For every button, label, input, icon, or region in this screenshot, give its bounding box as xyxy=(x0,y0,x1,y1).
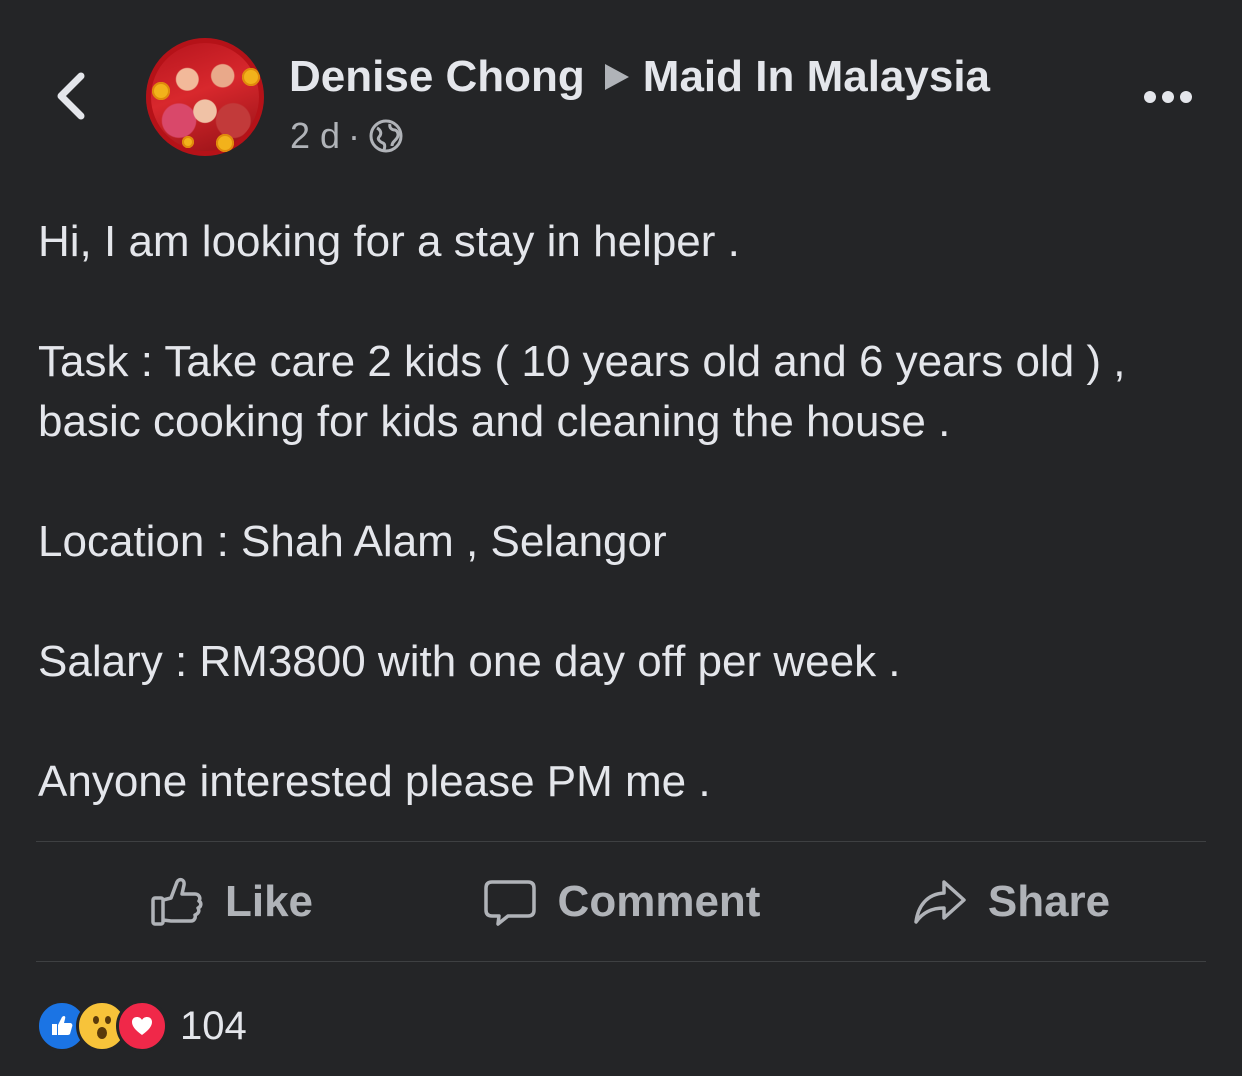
avatar[interactable] xyxy=(146,38,264,156)
author-name[interactable]: Denise Chong xyxy=(289,52,585,102)
love-reaction-icon xyxy=(116,1000,168,1052)
comment-label: Comment xyxy=(557,876,761,926)
divider xyxy=(36,961,1206,962)
post-paragraph: Anyone interested please PM me . xyxy=(38,757,711,806)
chevron-left-icon xyxy=(57,72,85,120)
like-label: Like xyxy=(224,876,314,926)
share-arrow-icon xyxy=(914,879,966,924)
group-name[interactable]: Maid In Malaysia xyxy=(643,52,990,102)
post-body: Hi, I am looking for a stay in helper . … xyxy=(38,212,1218,812)
reaction-count: 104 xyxy=(180,1003,247,1048)
more-dot xyxy=(1162,91,1174,103)
post-paragraph: Hi, I am looking for a stay in helper . xyxy=(38,217,740,266)
share-label: Share xyxy=(987,876,1111,926)
speech-bubble-icon xyxy=(483,879,536,926)
thumbs-up-icon xyxy=(151,877,203,926)
post-header-title: Denise Chong Maid In Malaysia xyxy=(289,52,990,102)
action-bar: Like Comment Share xyxy=(36,842,1206,961)
more-dot xyxy=(1180,91,1192,103)
post-paragraph: Location : Shah Alam , Selangor xyxy=(38,517,667,566)
more-options-button[interactable] xyxy=(1144,85,1198,109)
post-time[interactable]: 2 d xyxy=(290,115,340,157)
globe-icon xyxy=(369,119,403,153)
reactions-summary[interactable]: 104 xyxy=(36,1000,247,1052)
post-paragraph: Task : Take care 2 kids ( 10 years old a… xyxy=(38,337,1126,446)
play-arrow-icon xyxy=(604,64,629,90)
like-button[interactable]: Like xyxy=(36,842,426,961)
separator-dot: · xyxy=(348,115,361,156)
back-button[interactable] xyxy=(50,70,90,122)
share-button[interactable]: Share xyxy=(816,842,1206,961)
post-paragraph: Salary : RM3800 with one day off per wee… xyxy=(38,637,901,686)
post-meta: 2 d · xyxy=(290,115,404,157)
more-dot xyxy=(1144,91,1156,103)
comment-button[interactable]: Comment xyxy=(426,842,816,961)
